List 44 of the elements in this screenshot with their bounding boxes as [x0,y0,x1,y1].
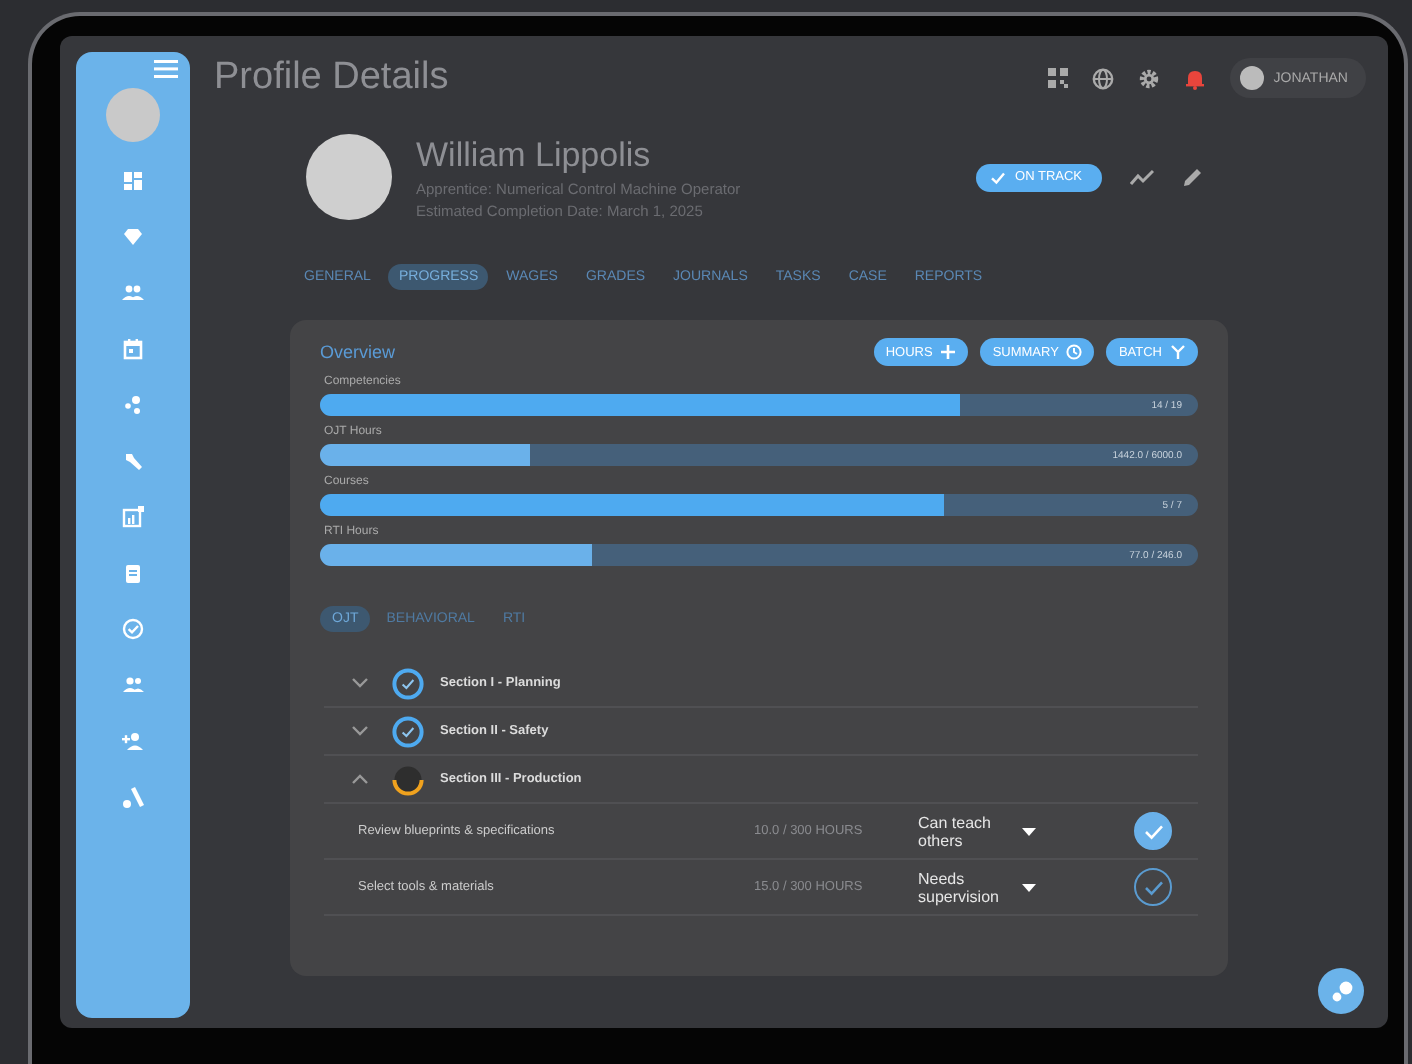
clipboard-icon[interactable] [122,562,144,584]
merge-icon [1170,344,1186,360]
pencil-icon[interactable] [1182,166,1204,188]
clock-icon [1066,344,1083,360]
chevron-down-icon[interactable] [352,726,368,736]
logo-icon[interactable] [122,786,144,808]
person-add-icon[interactable] [122,730,144,752]
caret-icon [1022,883,1036,891]
qr-code-icon[interactable] [1047,68,1068,88]
group-icon[interactable] [122,282,144,304]
dashboard-icon[interactable] [122,170,144,192]
rating-dropdown[interactable]: Can teach others [918,813,1078,849]
caret-icon [1022,827,1036,835]
chart-icon[interactable] [122,506,144,528]
check-icon [1143,823,1163,839]
bubbles-icon [1327,977,1355,1005]
check-icon [1143,879,1163,895]
profile-photo [306,134,392,220]
settings-icon[interactable] [1137,67,1160,89]
progress-ring-icon [392,763,424,795]
user-avatar [1239,66,1264,90]
rating-dropdown[interactable]: Needs supervision [918,869,1078,905]
calendar-icon[interactable] [122,338,144,360]
bell-icon[interactable] [1183,67,1206,89]
page-title: Profile Details [214,56,449,100]
approve-button[interactable] [1134,868,1172,906]
plus-icon [940,344,957,360]
approved-button[interactable] [1134,812,1172,850]
globe-icon[interactable] [1091,67,1114,89]
user-avatar[interactable] [106,88,160,142]
people-icon[interactable] [122,674,144,696]
chevron-down-icon[interactable] [352,678,368,688]
check-circle-icon[interactable] [122,618,144,640]
check-circle-icon [392,667,424,699]
check-icon [989,169,1006,185]
menu-icon[interactable] [154,60,178,78]
card-title: Overview [320,342,396,362]
check-circle-icon [392,715,424,747]
chevron-up-icon[interactable] [352,774,368,784]
floating-action-button[interactable] [1318,968,1364,1014]
profile-name: William Lippolis [416,135,653,175]
trend-icon[interactable] [1130,167,1154,187]
dots-icon[interactable] [122,394,144,416]
diamond-icon[interactable] [122,226,144,248]
